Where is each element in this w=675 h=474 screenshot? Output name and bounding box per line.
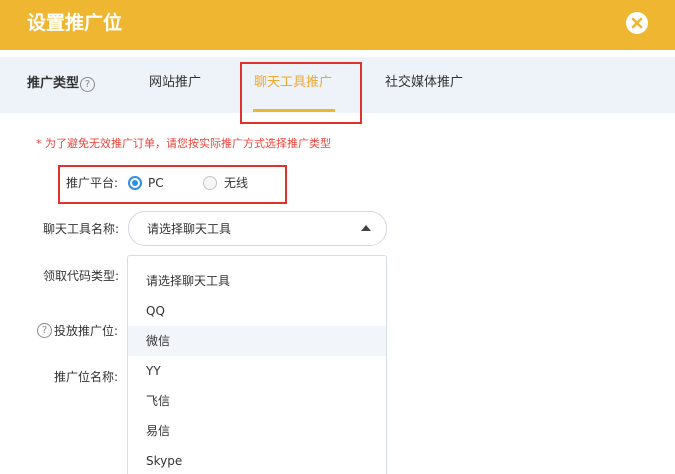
- chat-tool-select[interactable]: 请选择聊天工具: [128, 211, 387, 246]
- dropdown-option-wechat[interactable]: 微信: [128, 326, 386, 356]
- tab-chat-tool[interactable]: 聊天工具推广: [254, 75, 332, 91]
- dropdown-option-fetion[interactable]: 飞信: [128, 386, 386, 416]
- chat-tool-dropdown: 请选择聊天工具 QQ 微信 YY 飞信 易信 Skype: [127, 255, 387, 474]
- platform-label: 推广平台:: [66, 176, 119, 190]
- help-icon[interactable]: ?: [37, 323, 52, 338]
- chat-tool-label: 聊天工具名称:: [43, 222, 120, 236]
- dropdown-option-skype[interactable]: Skype: [128, 446, 386, 474]
- tab-social-media[interactable]: 社交媒体推广: [385, 75, 463, 91]
- radio-wireless-label[interactable]: 无线: [224, 176, 248, 190]
- notice-text: * 为了避免无效推广订单，请您按实际推广方式选择推广类型: [36, 137, 331, 150]
- active-tab-indicator: [253, 109, 335, 112]
- dropdown-option-yy[interactable]: YY: [128, 356, 386, 386]
- promotion-type-tabbar: 推广类型? 网站推广 聊天工具推广 社交媒体推广: [0, 57, 675, 113]
- chat-tool-select-value: 请选择聊天工具: [147, 222, 232, 236]
- position-name-label: 推广位名称:: [54, 370, 119, 384]
- dropdown-option-qq[interactable]: QQ: [128, 296, 386, 326]
- tab-website[interactable]: 网站推广: [149, 75, 201, 91]
- help-icon[interactable]: ?: [80, 77, 96, 92]
- code-type-label: 领取代码类型:: [43, 269, 120, 283]
- caret-up-icon: [361, 225, 371, 231]
- dropdown-option-placeholder[interactable]: 请选择聊天工具: [128, 266, 386, 296]
- dialog-title: 设置推广位: [27, 12, 123, 34]
- promotion-type-text: 推广类型: [27, 76, 80, 91]
- dropdown-option-yixin[interactable]: 易信: [128, 416, 386, 446]
- radio-wireless[interactable]: [203, 176, 217, 190]
- radio-pc-label[interactable]: PC: [148, 176, 164, 190]
- promotion-type-label: 推广类型?: [27, 76, 96, 92]
- placement-label: 投放推广位:: [54, 324, 119, 338]
- close-icon: [631, 17, 643, 29]
- close-button[interactable]: [626, 12, 648, 34]
- radio-pc[interactable]: [128, 176, 142, 190]
- dialog-header: 设置推广位: [0, 0, 675, 50]
